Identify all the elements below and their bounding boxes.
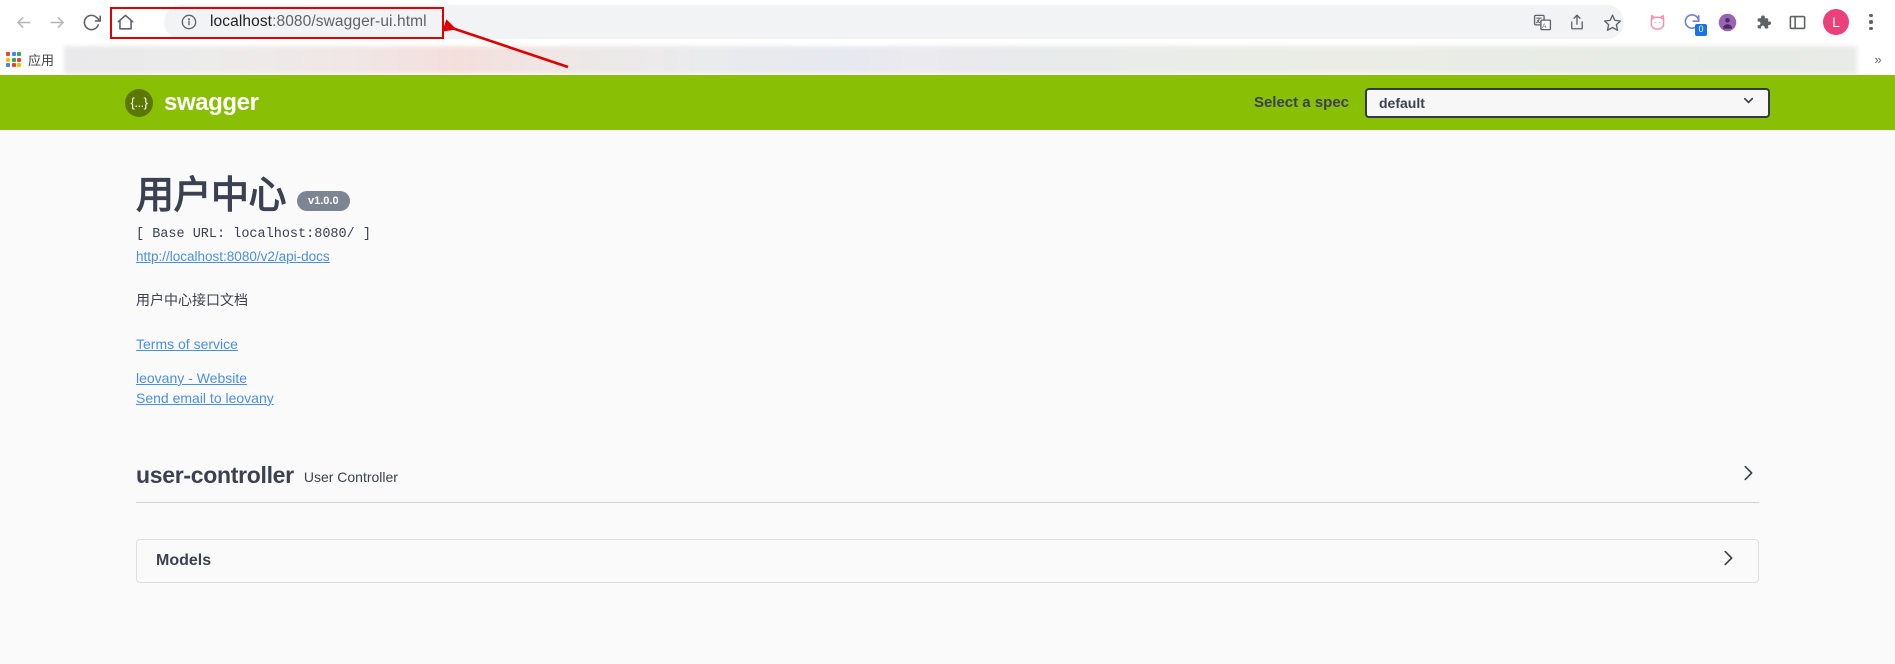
info-circle-icon[interactable] [176, 9, 202, 35]
api-info-block: 用户中心 v1.0.0 [ Base URL: localhost:8080/ … [125, 130, 1770, 406]
reload-button[interactable] [74, 5, 108, 39]
chevron-down-icon [1741, 93, 1756, 113]
browser-nav-bar: localhost:8080/swagger-ui.html A 0 L [0, 0, 1895, 44]
url-text: localhost:8080/swagger-ui.html [210, 13, 427, 31]
arrow-left-icon [14, 13, 33, 32]
swagger-ui-page: {...} swagger Select a spec default 用户中心… [0, 75, 1895, 664]
version-badge: v1.0.0 [297, 190, 350, 211]
arrow-right-icon [48, 13, 67, 32]
back-button[interactable] [6, 5, 40, 39]
tag-section-user-controller: user-controller User Controller [125, 462, 1770, 503]
bookmark-star-icon[interactable] [1596, 6, 1628, 38]
spec-select[interactable]: default [1365, 87, 1770, 118]
swagger-logo-link[interactable]: {...} swagger [125, 88, 259, 117]
browser-toolbar-right: A 0 L [1526, 6, 1895, 38]
sync-badge-count: 0 [1695, 24, 1707, 36]
api-docs-link[interactable]: http://localhost:8080/v2/api-docs [136, 249, 330, 264]
home-icon [116, 13, 135, 32]
models-section: Models [125, 538, 1770, 583]
tag-header[interactable]: user-controller User Controller [136, 462, 1759, 503]
apps-grid-icon [6, 52, 21, 67]
forward-button[interactable] [40, 5, 74, 39]
avatar-extension-icon[interactable] [1711, 6, 1743, 38]
models-header[interactable]: Models [136, 538, 1759, 583]
sync-extension-icon[interactable]: 0 [1676, 6, 1708, 38]
api-description: 用户中心接口文档 [136, 291, 248, 308]
select-a-spec-label: Select a spec [1253, 94, 1349, 111]
reload-icon [82, 13, 101, 32]
browser-chrome: localhost:8080/swagger-ui.html A 0 L 应用 … [0, 0, 1895, 75]
terms-of-service-link[interactable]: Terms of service [136, 336, 1770, 352]
bookmark-apps-label: 应用 [28, 53, 55, 68]
share-icon[interactable] [1561, 6, 1593, 38]
base-url-text: [ Base URL: localhost:8080/ ] [136, 226, 371, 242]
swagger-braces-icon: {...} [125, 88, 153, 117]
spec-selector-wrap: Select a spec default [1253, 87, 1770, 118]
sidepanel-icon[interactable] [1781, 6, 1813, 38]
home-button[interactable] [108, 5, 142, 39]
topbar-inner: {...} swagger Select a spec default [105, 87, 1790, 118]
models-title: Models [156, 551, 212, 569]
avatar[interactable]: L [1820, 6, 1852, 38]
chevron-right-icon[interactable] [1717, 547, 1739, 574]
translate-icon[interactable]: A [1526, 6, 1558, 38]
three-dots-vertical-icon [1869, 13, 1873, 31]
swagger-topbar: {...} swagger Select a spec default [0, 75, 1895, 130]
omnibox-container: localhost:8080/swagger-ui.html [150, 5, 1624, 39]
tag-description: User Controller [303, 469, 398, 486]
contact-website-link[interactable]: leovany - Website [136, 370, 1770, 386]
swagger-wordmark: swagger [164, 88, 259, 116]
bookmark-item-apps[interactable]: 应用 [0, 50, 54, 69]
cat-extension-icon[interactable] [1641, 6, 1673, 38]
bookmarks-blurred-region [64, 45, 1857, 74]
api-title-row: 用户中心 v1.0.0 [136, 175, 1770, 218]
url-host: localhost [210, 13, 273, 30]
contact-email-link[interactable]: Send email to leovany [136, 390, 1770, 406]
bookmarks-overflow-button[interactable]: » [1861, 52, 1895, 67]
bookmarks-bar: 应用 » [0, 44, 1895, 75]
browser-menu-button[interactable] [1855, 6, 1887, 38]
tag-name: user-controller [136, 461, 294, 488]
address-bar[interactable]: localhost:8080/swagger-ui.html [164, 5, 1624, 39]
url-path: :8080/swagger-ui.html [272, 13, 427, 30]
avatar-initial: L [1823, 9, 1849, 35]
page-title: 用户中心 [136, 175, 287, 217]
chevron-right-icon[interactable] [1737, 462, 1759, 489]
swagger-content: 用户中心 v1.0.0 [ Base URL: localhost:8080/ … [105, 130, 1790, 583]
extensions-puzzle-icon[interactable] [1746, 6, 1778, 38]
spec-select-value: default [1379, 94, 1425, 111]
